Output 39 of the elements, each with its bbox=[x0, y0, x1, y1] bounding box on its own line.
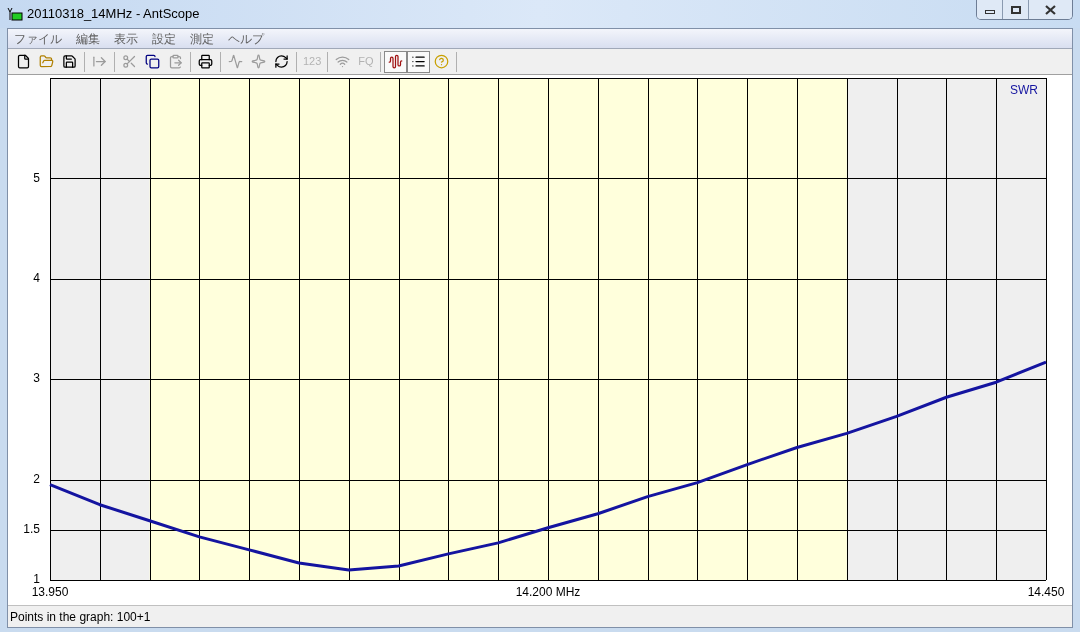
menu-item[interactable]: 設定 bbox=[152, 29, 176, 48]
menu-item[interactable]: ファイル bbox=[14, 29, 62, 48]
toolbar-button[interactable] bbox=[407, 50, 431, 73]
x-axis-label: 14.450 bbox=[1027, 585, 1065, 599]
copy-icon bbox=[145, 54, 160, 69]
new-file-icon bbox=[16, 54, 31, 69]
y-axis-label: 3 bbox=[33, 371, 40, 386]
close-icon bbox=[1045, 4, 1056, 15]
y-axis-label: 2 bbox=[33, 471, 40, 486]
graph-icon bbox=[228, 54, 243, 69]
burst-icon bbox=[251, 54, 266, 69]
printer-icon bbox=[198, 54, 213, 69]
curves-icon bbox=[388, 54, 404, 69]
minimize-button[interactable] bbox=[977, 0, 1003, 19]
export-icon bbox=[92, 54, 107, 69]
list-icon bbox=[411, 54, 427, 69]
menu-item[interactable]: ヘルプ bbox=[228, 29, 264, 48]
x-axis-label: 13.950 bbox=[31, 585, 69, 599]
x-axis-label: 14.200 MHz bbox=[515, 585, 581, 599]
folder-icon bbox=[39, 54, 54, 69]
menu-item[interactable]: 測定 bbox=[190, 29, 214, 48]
refresh-icon bbox=[274, 54, 289, 69]
wireless-icon bbox=[335, 54, 351, 69]
y-axis-label: 5 bbox=[33, 170, 40, 185]
paste-icon bbox=[168, 54, 183, 69]
status-text: Points in the graph: 100+1 bbox=[10, 608, 151, 626]
help-icon bbox=[434, 54, 450, 69]
maximize-button[interactable] bbox=[1003, 0, 1029, 19]
y-axis-label: 4 bbox=[33, 270, 40, 285]
scissors-icon bbox=[122, 54, 137, 69]
menu-item[interactable]: 編集 bbox=[76, 29, 100, 48]
y-axis-label: 1 bbox=[33, 572, 40, 587]
close-button[interactable] bbox=[1029, 0, 1072, 19]
legend-label: SWR bbox=[1010, 83, 1038, 97]
menu-item[interactable]: 表示 bbox=[114, 29, 138, 48]
window-title: 20110318_14MHz - AntScope bbox=[27, 5, 200, 24]
y-axis-label: 1.5 bbox=[23, 521, 40, 536]
toolbar-button[interactable] bbox=[384, 50, 408, 73]
antenna-icon bbox=[7, 7, 23, 21]
